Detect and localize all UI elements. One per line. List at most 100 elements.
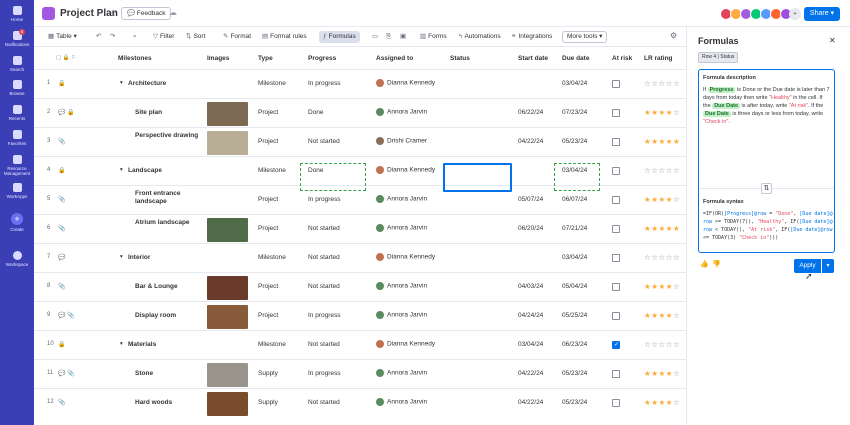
view-switcher-button[interactable]: ▦ Table ▾ <box>48 31 77 43</box>
start-date-cell[interactable]: 03/04/24 <box>518 341 543 348</box>
lr-rating-stars[interactable]: ☆☆☆☆☆ <box>644 340 680 349</box>
at-risk-checkbox[interactable] <box>612 312 620 320</box>
due-date-cell[interactable]: 05/23/24 <box>562 138 587 145</box>
feedback-button[interactable]: 💬 Feedback <box>121 7 172 20</box>
row-indicator-icons[interactable]: 💬 <box>58 254 65 261</box>
progress-cell[interactable]: Not started <box>308 138 340 145</box>
due-date-cell[interactable]: 05/23/24 <box>562 370 587 377</box>
format-rules-button[interactable]: ▤ Format rules <box>262 31 307 43</box>
start-date-cell[interactable]: 06/22/24 <box>518 109 543 116</box>
apply-options-dropdown[interactable]: ▾ <box>822 259 834 273</box>
column-header-progress[interactable]: Progress <box>308 55 336 62</box>
lr-rating-stars[interactable]: ★★★★☆ <box>644 369 680 378</box>
cell-image[interactable] <box>207 131 248 155</box>
lr-rating-stars[interactable]: ★★★★☆ <box>644 311 680 320</box>
progress-cell[interactable]: Not started <box>308 341 340 348</box>
cell-image[interactable] <box>207 363 248 387</box>
row-indicator-icons[interactable]: 🔒 <box>58 80 65 87</box>
due-date-cell[interactable]: 05/04/24 <box>562 283 587 290</box>
progress-cell[interactable]: Done <box>308 109 324 116</box>
rail-item-home[interactable]: Home <box>0 6 34 22</box>
search-button[interactable]: ⌕ <box>133 31 139 43</box>
assigned-to-cell[interactable]: Drishi Cramer <box>376 137 427 145</box>
lr-rating-stars[interactable]: ☆☆☆☆☆ <box>644 253 680 262</box>
at-risk-checkbox[interactable] <box>612 80 620 88</box>
row-indicator-icons[interactable]: 💬 📎 <box>58 312 75 319</box>
milestone-name[interactable]: Interior <box>128 254 150 261</box>
formula-description-text[interactable]: If Progress is Done or the Due date is l… <box>703 86 831 126</box>
milestone-name[interactable]: Materials <box>128 341 156 348</box>
type-cell[interactable]: Supply <box>258 370 278 377</box>
type-cell[interactable]: Project <box>258 312 278 319</box>
assigned-to-cell[interactable]: Dianna Kennedy <box>376 166 435 174</box>
rail-item-notifications[interactable]: Notifications <box>0 31 34 47</box>
rail-item-create[interactable]: + Create <box>0 213 34 232</box>
row-indicator-icons[interactable]: 📎 <box>58 196 65 203</box>
row-indicator-icons[interactable]: 🔒 <box>58 341 65 348</box>
start-date-cell[interactable]: 04/22/24 <box>518 370 543 377</box>
rail-item-recents[interactable]: Recents <box>0 105 34 121</box>
due-date-cell[interactable]: 07/21/24 <box>562 225 587 232</box>
task-name[interactable]: Bar & Lounge <box>135 283 178 290</box>
type-cell[interactable]: Supply <box>258 399 278 406</box>
task-name[interactable]: Hard woods <box>135 399 172 406</box>
type-cell[interactable]: Milestone <box>258 254 286 261</box>
at-risk-checkbox[interactable] <box>612 283 620 291</box>
assigned-to-cell[interactable]: Annora Jarvin <box>376 195 427 203</box>
format-button[interactable]: ✎ Format <box>223 31 251 43</box>
task-name[interactable]: Site plan <box>135 109 162 116</box>
lr-rating-stars[interactable]: ★★★★☆ <box>644 195 680 204</box>
start-date-cell[interactable]: 04/24/24 <box>518 312 543 319</box>
row-indicator-icons[interactable]: 📎 <box>58 138 65 145</box>
close-icon[interactable]: ✕ <box>829 36 836 45</box>
collapse-caret-icon[interactable]: ▾ <box>120 80 123 86</box>
at-risk-checkbox[interactable] <box>612 167 620 175</box>
start-date-cell[interactable]: 04/22/24 <box>518 399 543 406</box>
assigned-to-cell[interactable]: Annora Jarvin <box>376 369 427 377</box>
cell-image[interactable] <box>207 102 248 126</box>
collapse-caret-icon[interactable]: ▾ <box>120 254 123 260</box>
at-risk-checkbox[interactable] <box>612 138 620 146</box>
start-date-cell[interactable]: 04/03/24 <box>518 283 543 290</box>
integrations-button[interactable]: ⚭ Integrations <box>511 31 552 43</box>
column-header-lr-rating[interactable]: LR rating <box>644 55 673 62</box>
cell-image[interactable] <box>207 392 248 416</box>
column-header-start-date[interactable]: Start date <box>518 55 548 62</box>
lr-rating-stars[interactable]: ☆☆☆☆☆ <box>644 166 680 175</box>
milestone-name[interactable]: Landscape <box>128 167 162 174</box>
progress-cell[interactable]: Not started <box>308 283 340 290</box>
assigned-to-cell[interactable]: Dianna Kennedy <box>376 340 435 348</box>
progress-cell[interactable]: In progress <box>308 80 341 87</box>
row-indicator-icons[interactable]: 📎 <box>58 225 65 232</box>
rail-item-workapps[interactable]: WorkApps <box>0 183 34 199</box>
column-header-at-risk[interactable]: At risk <box>612 55 632 62</box>
thumbs-up-icon[interactable]: 👍 <box>700 260 709 268</box>
progress-cell[interactable]: Not started <box>308 254 340 261</box>
rail-item-workspace[interactable]: Workspace <box>0 251 34 267</box>
convert-arrows-icon[interactable]: ⇅ <box>761 183 772 194</box>
type-cell[interactable]: Project <box>258 138 278 145</box>
due-date-cell[interactable]: 07/23/24 <box>562 109 587 116</box>
row-indicator-icons[interactable]: 📎 <box>58 399 65 406</box>
lr-rating-stars[interactable]: ★★★★★ <box>644 224 680 233</box>
lr-rating-stars[interactable]: ☆☆☆☆☆ <box>644 79 680 88</box>
column-header-type[interactable]: Type <box>258 55 273 62</box>
cell-image[interactable] <box>207 218 248 242</box>
type-cell[interactable]: Project <box>258 109 278 116</box>
progress-cell[interactable]: In progress <box>308 370 341 377</box>
type-cell[interactable]: Project <box>258 283 278 290</box>
cell-image[interactable] <box>207 305 248 329</box>
task-name[interactable]: Front entrance landscape <box>135 190 200 206</box>
rail-item-favorites[interactable]: Favorites <box>0 130 34 146</box>
comments-button[interactable]: ▭ <box>372 31 380 43</box>
type-cell[interactable]: Milestone <box>258 341 286 348</box>
lr-rating-stars[interactable]: ★★★★★ <box>644 137 680 146</box>
column-header-due-date[interactable]: Due date <box>562 55 589 62</box>
thumbs-down-icon[interactable]: 👎 <box>712 260 721 268</box>
settings-gear-icon[interactable]: ⚙ <box>670 31 677 40</box>
progress-cell[interactable]: Not started <box>308 399 340 406</box>
at-risk-checkbox[interactable] <box>612 254 620 262</box>
at-risk-checkbox[interactable] <box>612 109 620 117</box>
undo-button[interactable]: ↶ <box>96 31 103 43</box>
type-cell[interactable]: Milestone <box>258 167 286 174</box>
